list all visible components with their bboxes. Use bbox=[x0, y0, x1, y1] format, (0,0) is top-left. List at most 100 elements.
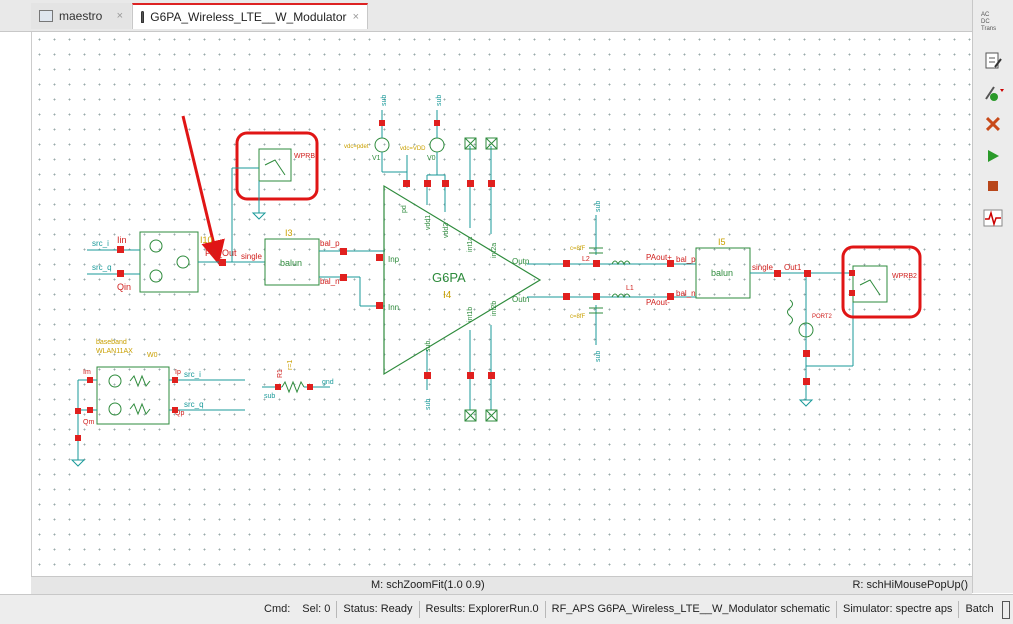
net-src-q-label: src_q bbox=[184, 400, 204, 409]
resistor-r1[interactable] bbox=[281, 380, 305, 394]
net-sub-label: sub bbox=[595, 201, 602, 212]
voltage-source-v0[interactable] bbox=[429, 137, 445, 153]
net-sub-label: sub bbox=[264, 393, 275, 400]
pin-int1a-label: int1a bbox=[467, 237, 474, 252]
ground-icon bbox=[251, 212, 267, 220]
net-sub-label: sub bbox=[436, 95, 443, 106]
mixer-i-icon bbox=[149, 239, 163, 253]
net-src-i-label: src_i bbox=[92, 239, 109, 248]
mixer-q-icon bbox=[149, 269, 163, 283]
status-mode: Batch bbox=[965, 603, 994, 615]
pin-qin[interactable] bbox=[117, 270, 124, 277]
hint-right-button: R: schHiMousePopUp() bbox=[852, 579, 968, 591]
inductor-l2-label: L2 bbox=[582, 256, 590, 263]
voltage-source-v1[interactable] bbox=[374, 137, 390, 153]
balun-left-instance: I3 bbox=[285, 228, 293, 238]
waveform-icon[interactable] bbox=[980, 205, 1006, 231]
pin-iin-label: Iin bbox=[117, 235, 127, 245]
v0-param: vdc=VDD bbox=[400, 146, 426, 152]
status-selection: Sel: 0 bbox=[296, 601, 338, 618]
balun-left-label: balun bbox=[280, 258, 302, 268]
radio-ac[interactable]: AC bbox=[981, 12, 996, 19]
pin-outn-label: Outn bbox=[512, 295, 529, 304]
v1-param: vdc=pdet bbox=[344, 144, 369, 150]
resize-grip-icon[interactable] bbox=[1001, 600, 1010, 619]
pin-vdd2-label: vdd2 bbox=[443, 223, 450, 238]
balun-right-balp-label: bal_p bbox=[676, 255, 696, 264]
run-play-icon[interactable] bbox=[980, 143, 1006, 169]
baseband-source-block[interactable] bbox=[96, 366, 170, 425]
net-sub-label: sub bbox=[425, 399, 432, 410]
balun-left-balp-label: bal_p bbox=[320, 239, 340, 248]
pin-inp-label: Inp bbox=[388, 255, 400, 264]
cap-param: c=8fF bbox=[570, 246, 586, 252]
net-src-q-label: src_q bbox=[92, 263, 112, 272]
pin-vdd1-label: vdd1 bbox=[425, 215, 432, 230]
pin-qin-label: Qin bbox=[117, 282, 131, 292]
resistor-instance: R1 bbox=[277, 369, 284, 378]
pin-int1b-label: int1b bbox=[467, 307, 474, 322]
baseband-ip-label: Ip bbox=[175, 369, 181, 376]
g6pa-instance: I4 bbox=[443, 290, 452, 301]
probe-add-icon[interactable] bbox=[980, 80, 1006, 106]
baseband-qm-label: Qm bbox=[83, 419, 94, 426]
ground-icon bbox=[70, 459, 86, 467]
pin-int2b-label: int2b bbox=[491, 301, 498, 316]
delete-cross-icon[interactable]: ✕ bbox=[980, 112, 1006, 138]
status-view: RF_APS G6PA_Wireless_LTE__W_Modulator sc… bbox=[546, 601, 837, 618]
baseband-instance: W0 bbox=[147, 352, 158, 359]
cap-param: c=8fF bbox=[570, 314, 586, 320]
pin-int2a-label: int2a bbox=[491, 243, 498, 258]
balun-left-single-label: single bbox=[241, 252, 262, 261]
balun-right-baln-label: bal_n bbox=[676, 289, 696, 298]
pin-inn-label: Inn bbox=[388, 303, 399, 312]
status-cmd: Cmd: bbox=[264, 603, 291, 615]
out1-label: Out1 bbox=[784, 263, 802, 272]
radio-trans[interactable]: Trans bbox=[981, 26, 996, 33]
probe-wprb-label: WPRB bbox=[294, 153, 315, 160]
pin-pb-out[interactable] bbox=[219, 259, 226, 266]
baseband-im-label: Im bbox=[83, 369, 91, 376]
analysis-radio-group[interactable]: AC DC Trans bbox=[981, 12, 996, 33]
modulator-instance: I10 bbox=[200, 235, 213, 245]
v0-label: V0 bbox=[427, 155, 436, 162]
right-toolbar: AC DC Trans ✕ bbox=[972, 0, 1013, 593]
baseband-title: baseband bbox=[96, 339, 127, 346]
port2-label: PORT2 bbox=[812, 314, 833, 320]
status-state: Status: Ready bbox=[337, 601, 420, 618]
mouse-hint-bar: M: schZoomFit(1.0 0.9) R: schHiMousePopU… bbox=[31, 576, 972, 594]
probe-wprb[interactable] bbox=[258, 148, 292, 182]
inductor-l1-label: L1 bbox=[626, 285, 634, 292]
pin-outp-label: Outp bbox=[512, 257, 530, 266]
probe-wprb2[interactable] bbox=[852, 265, 888, 303]
net-src-i-label: src_i bbox=[184, 370, 201, 379]
stop-icon[interactable] bbox=[980, 173, 1006, 199]
status-results: Results: ExplorerRun.0 bbox=[420, 601, 546, 618]
radio-dc[interactable]: DC bbox=[981, 19, 996, 26]
status-bar: Cmd: Sel: 0 Status: Ready Results: Explo… bbox=[0, 594, 1013, 624]
ground-icon bbox=[798, 399, 814, 407]
baseband-model: WLAN11AX bbox=[96, 348, 133, 355]
net-sub-label: sub bbox=[595, 351, 602, 362]
schematic-drawing: I10 Iin Qin src_i src_q PB_Out WPRB balu… bbox=[70, 95, 922, 467]
probe-highlight-1 bbox=[235, 131, 319, 201]
balun-right-instance: I5 bbox=[718, 237, 726, 247]
g6pa-label: G6PA bbox=[432, 270, 466, 285]
summer-icon bbox=[176, 255, 190, 269]
resistor-param: r=1 bbox=[287, 360, 294, 370]
pin-iin[interactable] bbox=[117, 246, 124, 253]
net-gnd-label: gnd bbox=[322, 379, 334, 386]
probe-highlight-2 bbox=[841, 245, 922, 319]
pin-sub-label: sub bbox=[425, 341, 432, 352]
edit-properties-icon[interactable] bbox=[980, 48, 1006, 74]
balun-right-label: balun bbox=[711, 268, 733, 278]
paout-n-label: PAout- bbox=[646, 298, 670, 307]
probe-wprb2-label: WPRB2 bbox=[892, 273, 917, 280]
net-sub-label: sub bbox=[381, 95, 388, 106]
paout-p-label: PAout+ bbox=[646, 253, 672, 262]
status-simulator: Simulator: spectre aps bbox=[837, 601, 960, 618]
pin-pd-label: pd bbox=[401, 205, 408, 213]
v1-label: V1 bbox=[372, 155, 381, 162]
balun-left-baln-label: bal_n bbox=[320, 277, 340, 286]
hint-left-button: M: schZoomFit(1.0 0.9) bbox=[371, 579, 485, 591]
